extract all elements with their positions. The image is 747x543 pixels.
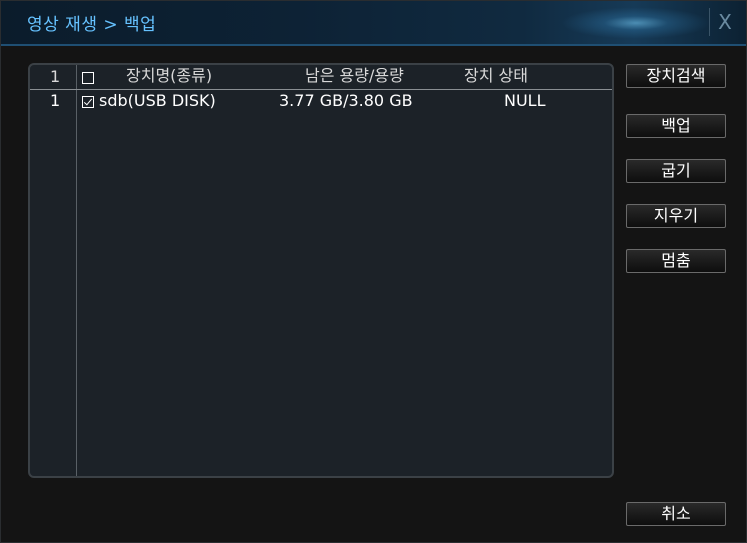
row-index: 1	[50, 91, 61, 110]
header-device-status: 장치 상태	[464, 66, 528, 85]
close-icon[interactable]: X	[709, 8, 736, 36]
row-capacity: 3.77 GB/3.80 GB	[279, 91, 413, 110]
erase-button[interactable]: 지우기	[626, 204, 726, 228]
stop-button[interactable]: 멈춤	[626, 249, 726, 273]
row-device-name[interactable]: sdb(USB DISK)	[99, 91, 216, 111]
dialog-title: 영상 재생 > 백업	[27, 15, 157, 35]
select-all-checkbox[interactable]	[82, 72, 94, 84]
backup-button[interactable]: 백업	[626, 114, 726, 138]
device-search-button[interactable]: 장치검색	[626, 64, 726, 88]
row-checkbox[interactable]	[82, 96, 94, 108]
header-remaining-capacity: 남은 용량/용량	[305, 66, 404, 85]
header-device-name: 장치명(종류)	[126, 66, 213, 85]
title-bar: 영상 재생 > 백업 X	[1, 1, 746, 46]
header-divider	[30, 89, 612, 90]
cancel-button[interactable]: 취소	[626, 502, 726, 526]
device-list: 1 장치명(종류) 남은 용량/용량 장치 상태 1 sdb(USB DISK)…	[28, 63, 614, 478]
header-index: 1	[50, 67, 61, 86]
row-status: NULL	[504, 91, 546, 110]
backup-dialog: 영상 재생 > 백업 X 1 장치명(종류) 남은 용량/용량 장치 상태 1 …	[0, 0, 747, 543]
column-divider	[76, 65, 77, 476]
title-bar-glow	[561, 7, 711, 39]
burn-button[interactable]: 굽기	[626, 159, 726, 183]
